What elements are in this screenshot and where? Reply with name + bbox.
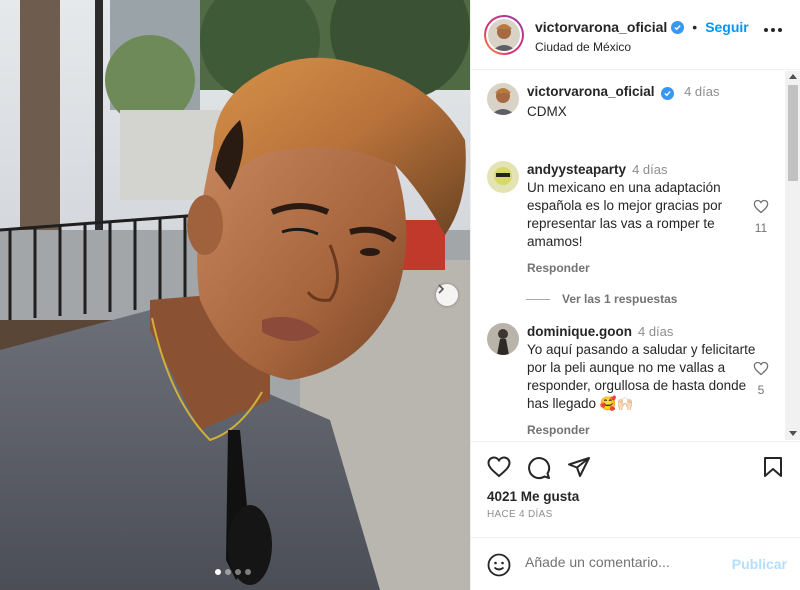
verified-badge-icon	[671, 20, 685, 34]
caption-time: 4 días	[684, 84, 720, 99]
post-image	[0, 0, 470, 590]
follow-button[interactable]: Seguir	[705, 19, 749, 35]
author-username[interactable]: victorvarona_oficial	[535, 19, 667, 35]
comment-like-count: 11	[754, 221, 768, 235]
author-avatar[interactable]	[488, 19, 520, 51]
comment-time: 4 días	[637, 324, 674, 339]
comment-like-count: 5	[757, 383, 765, 397]
post-header: victorvarona_oficial • Seguir Ciudad de …	[471, 0, 800, 70]
share-icon[interactable]	[567, 456, 591, 478]
comment-heart-icon[interactable]	[753, 199, 769, 214]
scrollbar-thumb[interactable]	[788, 85, 798, 181]
caption-avatar[interactable]	[487, 83, 519, 115]
carousel-dot	[245, 569, 251, 575]
comment-text: Yo aquí pasando a saludar y felicitarte …	[527, 342, 756, 411]
reply-button[interactable]: Responder	[527, 421, 762, 439]
comment-avatar[interactable]	[487, 323, 519, 355]
add-comment-bar: Publicar	[471, 537, 800, 590]
comment-input[interactable]	[525, 554, 725, 570]
carousel-dot	[235, 569, 241, 575]
scroll-up-arrow[interactable]	[789, 74, 797, 79]
comments-list[interactable]: victorvarona_oficial 4 días CDMX andyyst…	[471, 71, 800, 440]
verified-badge-icon	[661, 87, 675, 100]
carousel-indicator	[215, 569, 251, 575]
comment-heart-icon[interactable]	[753, 361, 769, 376]
header-separator: •	[692, 19, 698, 35]
caption-username[interactable]: victorvarona_oficial	[527, 84, 655, 99]
post-location[interactable]: Ciudad de México	[535, 40, 631, 54]
story-ring[interactable]	[484, 15, 524, 55]
heart-icon[interactable]	[487, 456, 511, 478]
comment-username[interactable]: andyysteaparty	[527, 162, 626, 177]
post-photo[interactable]	[0, 0, 470, 590]
scroll-down-arrow[interactable]	[789, 431, 797, 436]
carousel-dot	[225, 569, 231, 575]
comment-time: 4 días	[632, 162, 668, 177]
emoji-icon[interactable]	[487, 553, 511, 577]
comments-scrollbar[interactable]	[785, 71, 800, 440]
reply-button[interactable]: Responder	[527, 259, 762, 277]
publish-button[interactable]: Publicar	[732, 556, 787, 572]
post-actions: 4021 Me gusta HACE 4 DÍAS	[471, 441, 800, 537]
post-date: HACE 4 DÍAS	[487, 509, 553, 520]
next-slide-button[interactable]	[436, 284, 458, 306]
comment-username[interactable]: dominique.goon	[527, 324, 632, 339]
view-replies-label: Ver las 1 respuestas	[562, 292, 678, 306]
more-options-icon[interactable]	[764, 28, 782, 32]
post-panel: victorvarona_oficial • Seguir Ciudad de …	[470, 0, 800, 590]
comment-icon[interactable]	[527, 456, 551, 480]
header-user-row: victorvarona_oficial • Seguir	[535, 19, 749, 35]
chevron-right-icon	[438, 284, 445, 294]
comment-avatar[interactable]	[487, 161, 519, 193]
caption-text: CDMX	[527, 104, 567, 119]
comment-text: Un mexicano en una adaptación española e…	[527, 180, 723, 249]
likes-count[interactable]: 4021 Me gusta	[487, 489, 579, 504]
view-replies-button[interactable]: Ver las 1 respuestas	[526, 292, 677, 306]
carousel-dot	[215, 569, 221, 575]
bookmark-icon[interactable]	[763, 456, 783, 478]
